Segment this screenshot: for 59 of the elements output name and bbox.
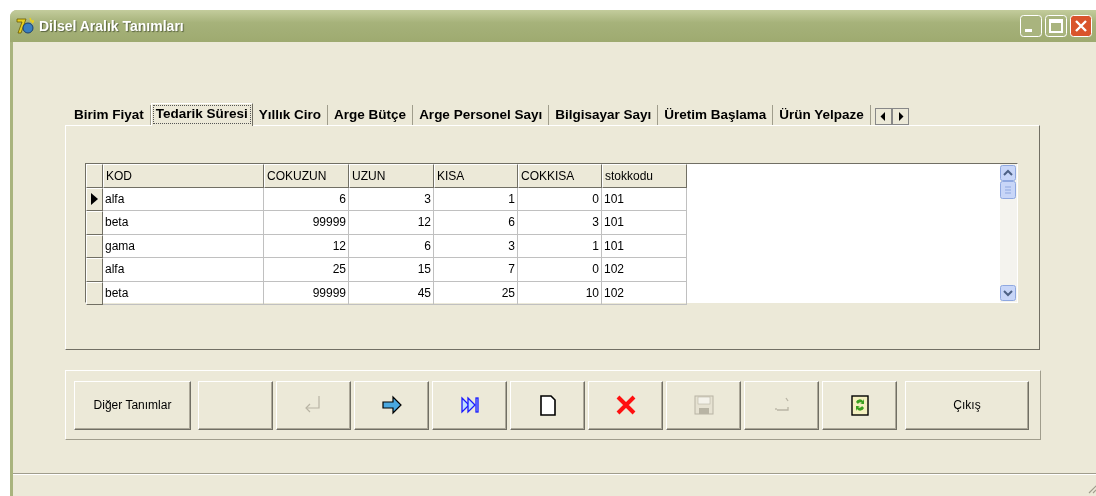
column-header[interactable]: COKKISA <box>518 164 602 188</box>
table-cell: beta <box>103 281 264 305</box>
table-cell: 101 <box>602 234 687 258</box>
table-cell: 45 <box>349 281 434 305</box>
table-cell: 6 <box>434 211 518 235</box>
scroll-down-icon[interactable] <box>1000 285 1016 301</box>
table-cell: 102 <box>602 258 687 282</box>
table-cell: 101 <box>602 187 687 211</box>
scroll-thumb[interactable] <box>1000 181 1016 199</box>
window-title: Dilsel Aralık Tanımları <box>39 18 184 34</box>
toolbar-button[interactable] <box>432 380 507 430</box>
vertical-scrollbar[interactable] <box>1000 164 1017 302</box>
table-cell: 12 <box>349 211 434 235</box>
table-cell: 0 <box>518 187 602 211</box>
scroll-left-icon[interactable] <box>874 108 892 125</box>
toolbar-button[interactable] <box>276 380 351 430</box>
toolbar-button[interactable] <box>510 380 585 430</box>
table-cell: 0 <box>518 258 602 282</box>
toolbar-button[interactable] <box>666 380 741 430</box>
scroll-right-icon[interactable] <box>891 108 909 125</box>
table-cell: alfa <box>103 258 264 282</box>
table-cell: 7 <box>434 258 518 282</box>
column-header[interactable]: KISA <box>434 164 518 188</box>
table-cell: 25 <box>434 281 518 305</box>
text-button[interactable]: Diğer Tanımlar <box>74 380 191 430</box>
column-header[interactable]: UZUN <box>349 164 434 188</box>
table-cell: 15 <box>349 258 434 282</box>
tab[interactable]: Tedarik Süresi <box>150 103 253 126</box>
scroll-up-icon[interactable] <box>1000 165 1016 181</box>
column-header[interactable]: KOD <box>103 164 264 188</box>
table-cell: 99999 <box>264 211 349 235</box>
table-cell: 6 <box>349 234 434 258</box>
table-cell: 3 <box>518 211 602 235</box>
blank-button[interactable] <box>198 380 273 430</box>
table-cell: 25 <box>264 258 349 282</box>
table-cell: 1 <box>518 234 602 258</box>
toolbar-button[interactable] <box>822 380 897 430</box>
table-cell: 3 <box>349 187 434 211</box>
app-icon <box>16 17 34 35</box>
table-cell: 101 <box>602 211 687 235</box>
table-cell: gama <box>103 234 264 258</box>
table-cell: 6 <box>264 187 349 211</box>
table-cell: 102 <box>602 281 687 305</box>
table-cell: 12 <box>264 234 349 258</box>
table-cell: beta <box>103 211 264 235</box>
row-indicator[interactable] <box>86 187 103 211</box>
table-cell: alfa <box>103 187 264 211</box>
table-cell: 10 <box>518 281 602 305</box>
table-cell: 3 <box>434 234 518 258</box>
table-cell: 1 <box>434 187 518 211</box>
table-cell: 99999 <box>264 281 349 305</box>
toolbar-button[interactable] <box>588 380 663 430</box>
close-icon[interactable] <box>1070 15 1092 37</box>
toolbar-button[interactable] <box>744 380 819 430</box>
column-header[interactable]: stokkodu <box>602 164 687 188</box>
text-button[interactable]: Çıkış <box>905 380 1029 430</box>
toolbar-button[interactable] <box>354 380 429 430</box>
column-header[interactable]: COKUZUN <box>264 164 349 188</box>
current-row-icon <box>91 193 98 206</box>
